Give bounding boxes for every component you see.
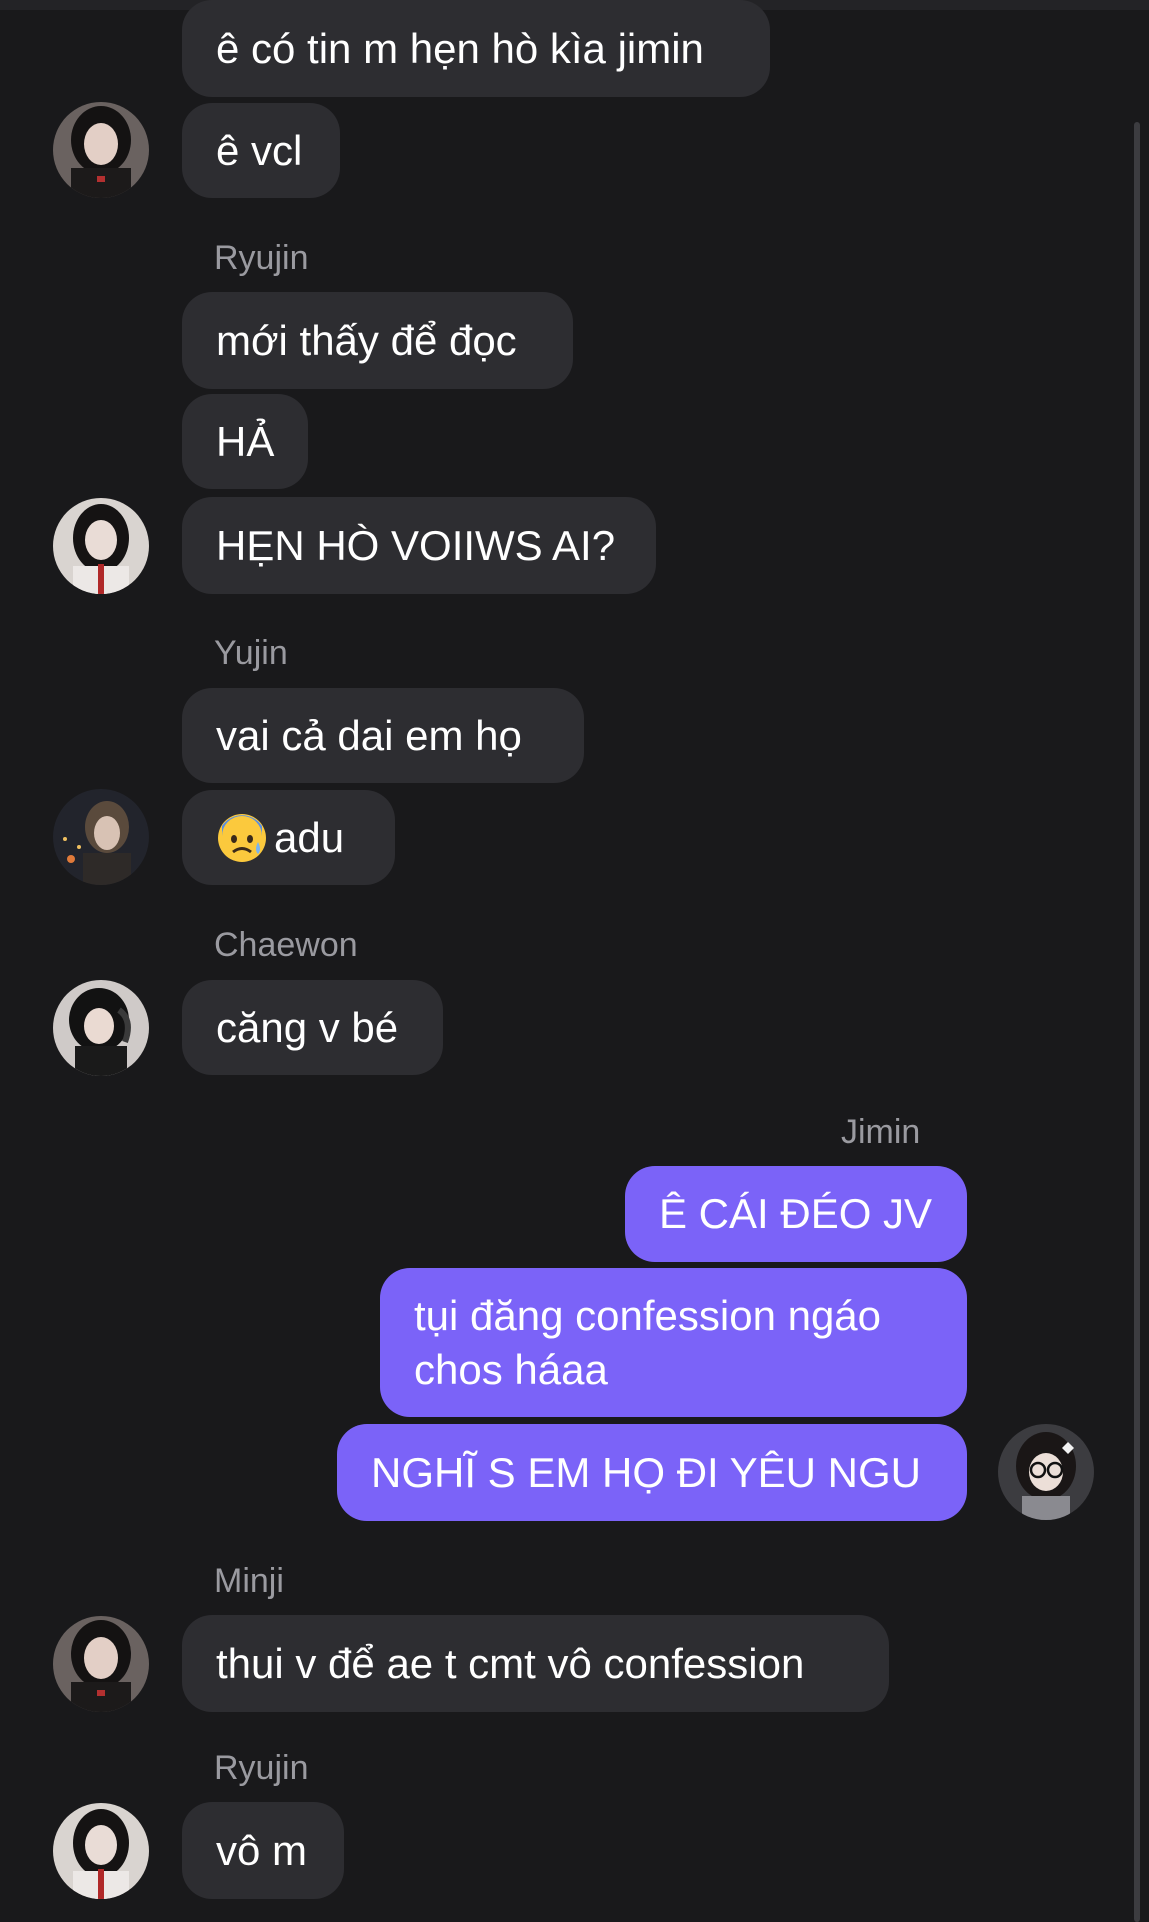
message-text: thui v để ae t cmt vô confession bbox=[216, 1639, 805, 1687]
message-bubble[interactable]: HẢ bbox=[182, 394, 308, 489]
avatar-yujin[interactable] bbox=[53, 789, 149, 885]
message-bubble[interactable]: vai cả dai em họ bbox=[182, 688, 584, 783]
message-text: ê vcl bbox=[216, 126, 303, 174]
message-text: vô m bbox=[216, 1826, 308, 1874]
message-bubble[interactable]: HẸN HÒ VOIIWS AI? bbox=[182, 497, 656, 594]
sender-name: Ryujin bbox=[214, 239, 309, 277]
scrollbar[interactable] bbox=[1134, 122, 1140, 1922]
message-bubble-outgoing[interactable]: NGHĨ S EM HỌ ĐI YÊU NGU bbox=[337, 1424, 967, 1521]
message-bubble[interactable]: adu bbox=[182, 790, 395, 885]
message-text: mới thấy để đọc bbox=[216, 316, 517, 364]
avatar-ryujin[interactable] bbox=[53, 1803, 149, 1899]
message-bubble-outgoing[interactable]: tụi đăng confession ngáo chos háaa bbox=[380, 1268, 967, 1417]
sender-name: Minji bbox=[214, 1562, 284, 1600]
anxious-face-icon bbox=[216, 812, 268, 864]
message-text: adu bbox=[274, 813, 345, 861]
message-text: Ê CÁI ĐÉO JV bbox=[659, 1190, 933, 1237]
sender-name: Jimin bbox=[841, 1113, 921, 1151]
message-bubble-outgoing[interactable]: Ê CÁI ĐÉO JV bbox=[625, 1166, 967, 1262]
message-text: HẢ bbox=[216, 417, 275, 465]
message-bubble[interactable]: ê có tin m hẹn hò kìa jimin bbox=[182, 0, 770, 97]
message-bubble[interactable]: vô m bbox=[182, 1802, 344, 1899]
message-bubble[interactable]: thui v để ae t cmt vô confession bbox=[182, 1615, 889, 1712]
message-bubble[interactable]: ê vcl bbox=[182, 103, 340, 198]
message-text: căng v bé bbox=[216, 1003, 399, 1051]
message-text: ê có tin m hẹn hò kìa jimin bbox=[216, 24, 704, 72]
avatar-ryujin[interactable] bbox=[53, 498, 149, 594]
sender-name: Ryujin bbox=[214, 1749, 309, 1787]
avatar-chaewon[interactable] bbox=[53, 980, 149, 1076]
avatar-minji[interactable] bbox=[53, 102, 149, 198]
avatar-minji[interactable] bbox=[53, 1616, 149, 1712]
avatar-jimin[interactable] bbox=[998, 1424, 1094, 1520]
message-text: HẸN HÒ VOIIWS AI? bbox=[216, 521, 616, 569]
message-bubble[interactable]: mới thấy để đọc bbox=[182, 292, 573, 389]
message-text: NGHĨ S EM HỌ ĐI YÊU NGU bbox=[371, 1448, 921, 1496]
message-text: tụi đăng confession ngáo chos háaa bbox=[414, 1291, 882, 1393]
sender-name: Chaewon bbox=[214, 926, 358, 964]
sender-name: Yujin bbox=[214, 634, 288, 672]
message-text: vai cả dai em họ bbox=[216, 711, 522, 759]
message-bubble[interactable]: căng v bé bbox=[182, 980, 443, 1075]
